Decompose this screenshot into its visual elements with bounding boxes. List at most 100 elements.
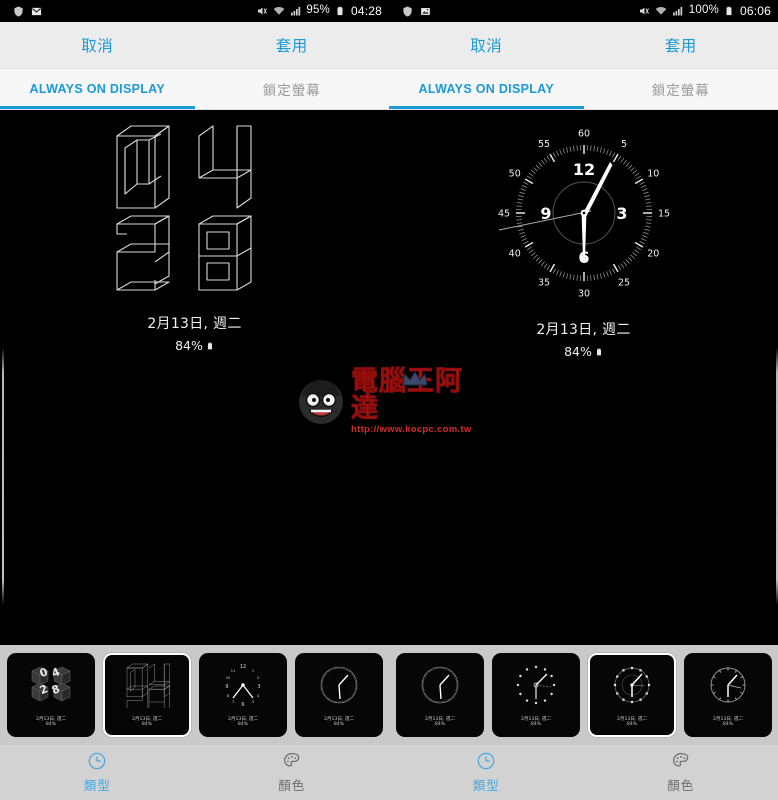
isometric-cubes-icon: 0 4 2 8 <box>31 665 71 702</box>
bottom-tab-color-label: 顏色 <box>278 778 306 793</box>
tab-always-on-display[interactable]: ALWAYS ON DISPLAY <box>389 69 584 109</box>
thumbnail-style-analog-web[interactable]: 2月13日, 週二 84% <box>295 653 383 737</box>
thumb-meta: 2月13日, 週二 84% <box>9 717 93 728</box>
tab-bar-left: ALWAYS ON DISPLAY 鎖定螢幕 <box>0 69 389 110</box>
thumbnail-style-analog-web[interactable]: 2月13日, 週二 84% <box>396 653 484 737</box>
bottom-tab-type[interactable]: 類型 <box>0 751 195 794</box>
svg-text:9: 9 <box>225 684 228 690</box>
aod-battery: 84% <box>147 338 241 353</box>
thumb-meta: 2月13日, 週二 84% <box>494 717 578 728</box>
thumb-battery: 84% <box>237 722 249 728</box>
status-clock: 04:28 <box>350 4 382 18</box>
svg-text:20: 20 <box>647 248 659 259</box>
wireframe-clock-svg <box>115 125 252 291</box>
thumb-battery: 84% <box>626 722 638 728</box>
mute-icon <box>638 5 651 18</box>
bottom-tab-type[interactable]: 類型 <box>389 751 584 794</box>
thumbnail-strip-left[interactable]: 0 4 2 8 2月13日, 週二 84% 2月13日, 週二 84% 12 3… <box>0 645 389 745</box>
aod-date: 2月13日, 週二 <box>147 316 242 332</box>
status-clock: 06:06 <box>739 4 771 18</box>
thumb-preview: 12 3 6 9 12 45 78 10 11 <box>201 659 285 711</box>
analog-dots-icon: 12 3 6 9 12 45 78 1011 <box>225 664 260 708</box>
tab-lock-screen[interactable]: 鎖定螢幕 <box>195 69 390 109</box>
thumb-preview <box>105 659 189 711</box>
svg-text:5: 5 <box>620 139 626 150</box>
tab-lock-screen-label: 鎖定螢幕 <box>651 83 710 99</box>
svg-text:40: 40 <box>508 248 520 259</box>
panel-left: 95% 04:28 取消 套用 ALWAYS ON DISPLAY 鎖定螢幕 2… <box>0 0 389 645</box>
svg-text:7: 7 <box>232 700 234 704</box>
cancel-button[interactable]: 取消 <box>0 34 195 56</box>
aod-preview-right: 60510152025303540455055 12 3 6 9 <box>389 110 778 645</box>
bottom-bars: 類型 顏色 類型 顏色 <box>0 745 778 800</box>
bottom-tab-color[interactable]: 顏色 <box>584 751 778 794</box>
aod-battery: 84% <box>536 344 630 359</box>
thumbnail-style-isometric-cubes[interactable]: 0 4 2 8 2月13日, 週二 84% <box>7 653 95 737</box>
svg-text:10: 10 <box>226 676 231 680</box>
svg-text:12: 12 <box>240 664 246 670</box>
palette-icon <box>672 753 689 767</box>
thumb-preview: 0 4 2 8 <box>9 659 93 711</box>
thumbnail-style-analog-dots[interactable]: 12 3 6 9 12 45 78 10 11 2月13日, 週二 84% <box>199 653 287 737</box>
thumbnail-style-analog-dots-thin[interactable]: 2月13日, 週二 84% <box>492 653 580 737</box>
thumb-meta: 2月13日, 週二 84% <box>201 717 285 728</box>
thumb-preview <box>686 659 770 711</box>
thumb-meta: 2月13日, 週二 84% <box>686 717 770 728</box>
thumb-preview <box>494 659 578 711</box>
apply-button[interactable]: 套用 <box>195 34 390 56</box>
cancel-button[interactable]: 取消 <box>389 34 584 56</box>
panel-right: 100% 06:06 取消 套用 ALWAYS ON DISPLAY 鎖定螢幕 <box>389 0 778 645</box>
svg-text:12: 12 <box>572 160 594 179</box>
svg-text:15: 15 <box>657 208 669 219</box>
wifi-icon <box>655 5 668 18</box>
mute-icon <box>255 5 268 18</box>
svg-text:45: 45 <box>497 208 509 219</box>
tab-lock-screen[interactable]: 鎖定螢幕 <box>584 69 778 109</box>
thumb-preview <box>297 659 381 711</box>
bottom-bar-left: 類型 顏色 <box>0 745 389 800</box>
svg-text:1: 1 <box>252 669 254 673</box>
battery-icon <box>723 5 736 18</box>
status-battery-percent: 100% <box>688 4 719 17</box>
svg-text:2: 2 <box>257 676 259 680</box>
bottom-bar-right: 類型 顏色 <box>389 745 778 800</box>
action-bar-left: 取消 套用 <box>0 22 389 69</box>
status-left-icons <box>12 5 43 18</box>
svg-text:8: 8 <box>227 694 230 698</box>
tab-always-on-display[interactable]: ALWAYS ON DISPLAY <box>0 69 195 109</box>
thumb-meta: 2月13日, 週二 84% <box>590 717 674 728</box>
thumbnail-strip-right[interactable]: 2月13日, 週二 84% 2月13日, 週二 84% 2月13日, 週二 84… <box>389 645 778 745</box>
thumb-meta: 2月13日, 週二 84% <box>105 717 189 728</box>
analog-web-icon <box>421 666 459 704</box>
svg-text:10: 10 <box>647 168 659 179</box>
thumbnail-style-analog-chronograph[interactable]: 2月13日, 週二 84% <box>588 653 676 737</box>
clock-icon <box>88 752 106 770</box>
svg-text:6: 6 <box>241 702 244 708</box>
wifi-icon <box>272 5 285 18</box>
signal-icon <box>289 5 302 18</box>
thumb-battery: 84% <box>45 722 57 728</box>
panels-container: 95% 04:28 取消 套用 ALWAYS ON DISPLAY 鎖定螢幕 2… <box>0 0 778 645</box>
svg-text:60: 60 <box>577 128 589 139</box>
bottom-tab-type-label: 類型 <box>83 778 111 793</box>
svg-text:55: 55 <box>537 139 549 150</box>
aod-meta-left: 2月13日, 週二 84% <box>147 313 241 353</box>
svg-text:5: 5 <box>252 700 254 704</box>
thumbnail-style-wireframe-digital[interactable]: 2月13日, 週二 84% <box>103 653 191 737</box>
thumb-meta: 2月13日, 週二 84% <box>398 717 482 728</box>
gmail-icon <box>30 5 43 18</box>
status-right-group: 95% 04:28 <box>255 5 382 18</box>
signal-icon <box>672 5 685 18</box>
svg-text:35: 35 <box>537 278 549 289</box>
photo-icon <box>419 5 432 18</box>
tab-bar-right: ALWAYS ON DISPLAY 鎖定螢幕 <box>389 69 778 110</box>
tab-lock-screen-label: 鎖定螢幕 <box>262 83 321 99</box>
thumbnail-style-analog-plain[interactable]: 2月13日, 週二 84% <box>684 653 772 737</box>
battery-icon <box>334 5 347 18</box>
svg-text:4: 4 <box>257 694 260 698</box>
bottom-tab-color[interactable]: 顏色 <box>195 751 390 794</box>
thumb-battery: 84% <box>333 722 345 728</box>
apply-button[interactable]: 套用 <box>584 34 778 56</box>
shield-icon <box>401 5 414 18</box>
aod-date: 2月13日, 週二 <box>536 322 631 338</box>
